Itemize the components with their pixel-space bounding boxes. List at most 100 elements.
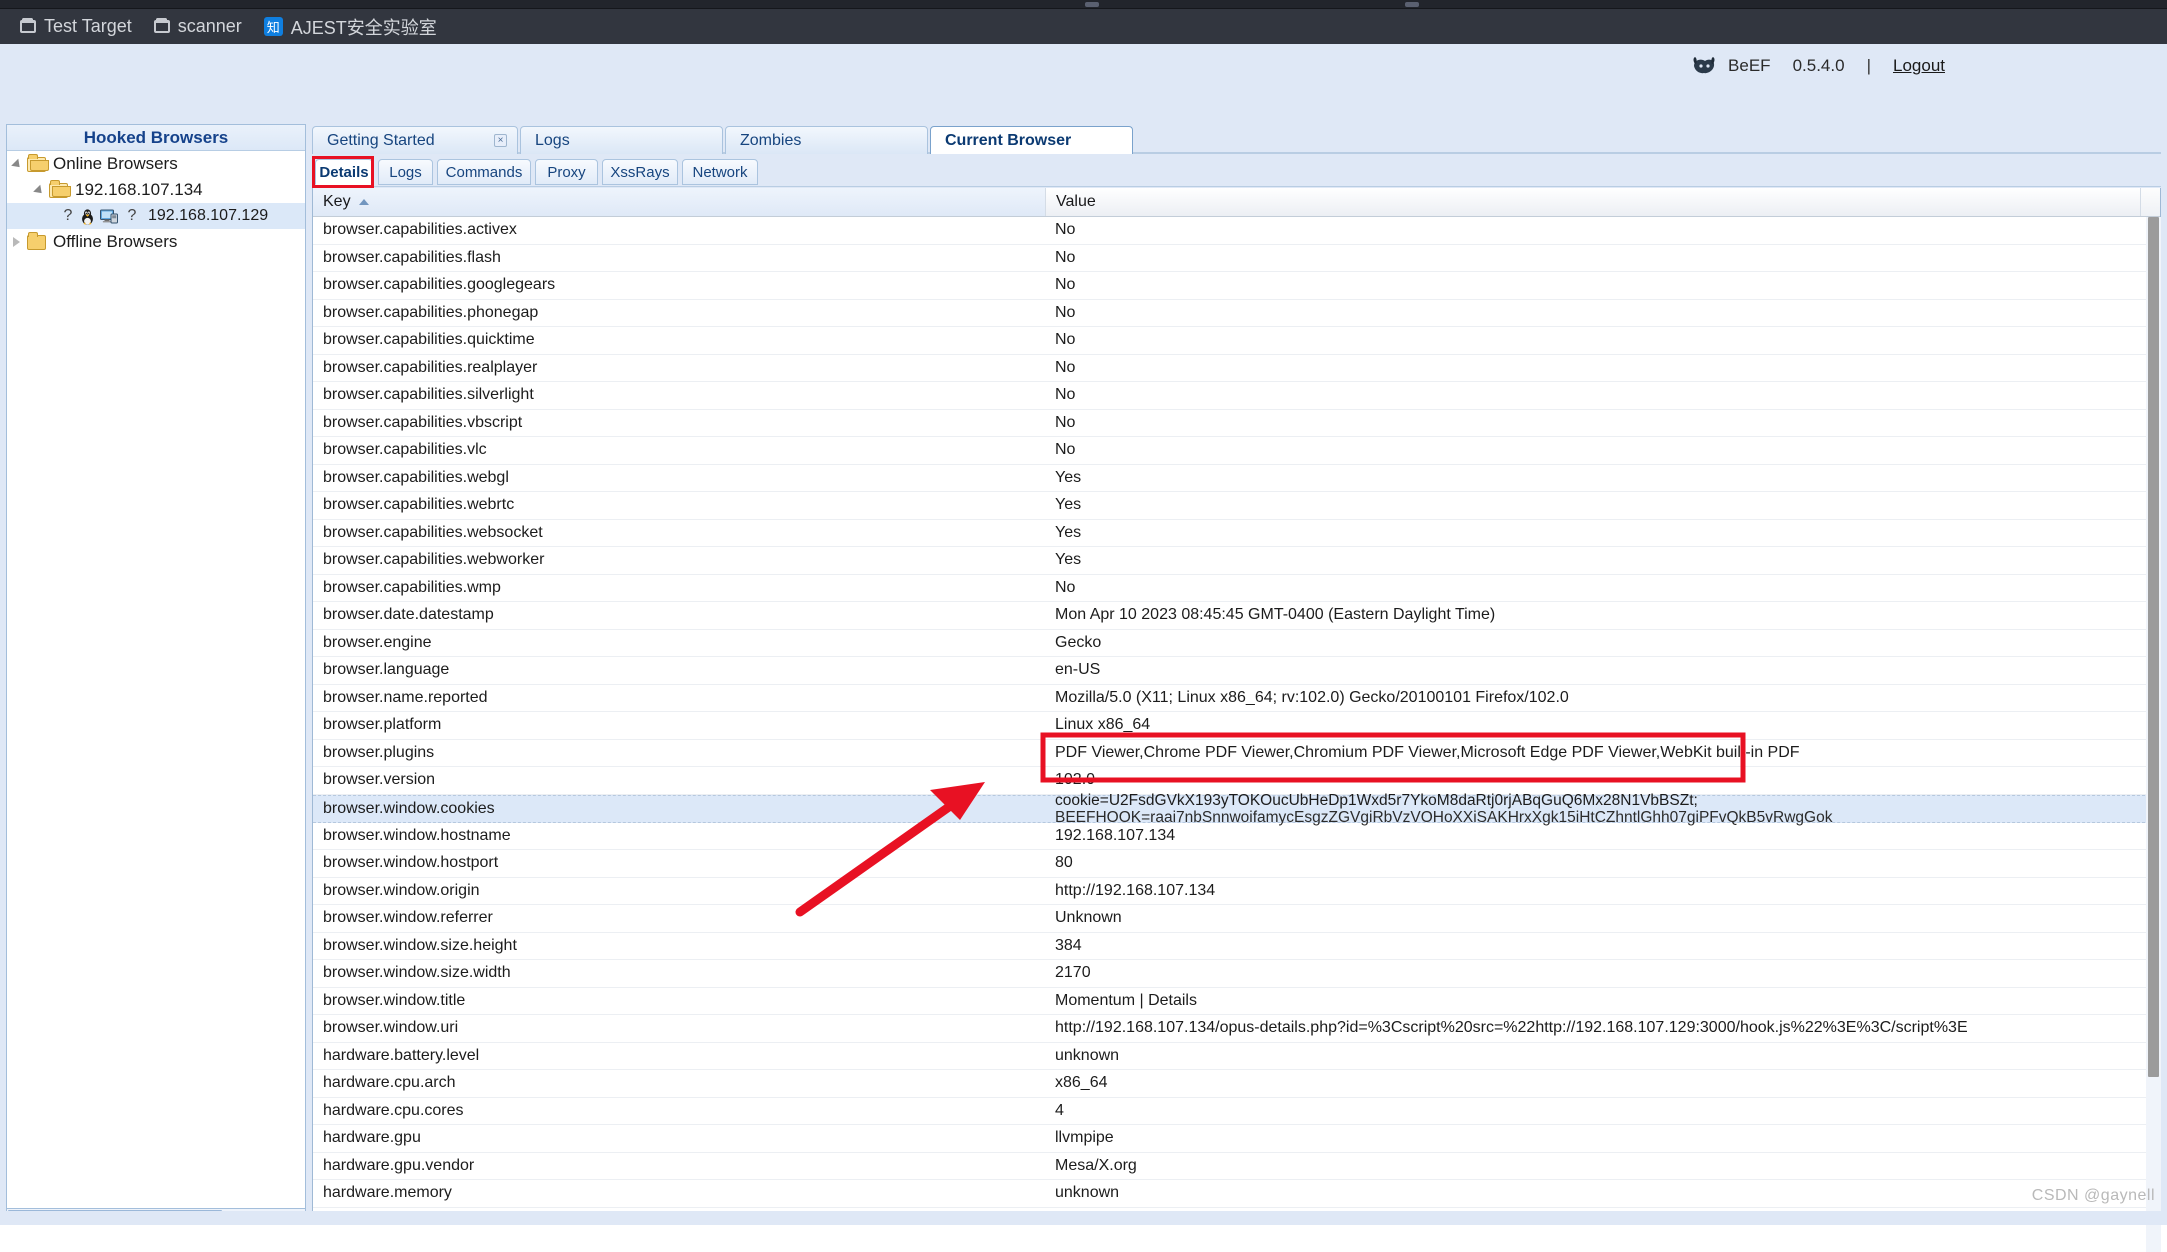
table-row[interactable]: browser.capabilities.googlegears No — [313, 272, 2160, 300]
cell-key: hardware.cpu.arch — [323, 1074, 456, 1092]
table-row[interactable]: browser.window.hostname 192.168.107.134 — [313, 822, 2160, 850]
tab-current-browser[interactable]: Current Browser — [930, 126, 1133, 154]
table-row[interactable]: browser.plugins PDF Viewer,Chrome PDF Vie… — [313, 739, 2160, 767]
table-row[interactable]: browser.capabilities.phonegap No — [313, 299, 2160, 327]
table-row[interactable]: browser.capabilities.silverlight No — [313, 382, 2160, 410]
cell-value: Linux x86_64 — [1055, 716, 1151, 734]
table-row[interactable]: browser.capabilities.quicktime No — [313, 327, 2160, 355]
tab-label: Network — [692, 164, 748, 181]
zhihu-icon: 知 — [263, 17, 283, 36]
table-row[interactable]: hardware.cpu.cores 4 — [313, 1097, 2160, 1125]
table-row[interactable]: browser.capabilities.flash No — [313, 244, 2160, 272]
table-row[interactable]: hardware.memory unknown — [313, 1180, 2160, 1208]
bookmark-test-target[interactable]: Test Target — [14, 14, 138, 39]
table-row[interactable]: hardware.gpu.vendor Mesa/X.org — [313, 1152, 2160, 1180]
cell-key: browser.window.hostport — [323, 854, 499, 872]
tree-node-192-168-107-134[interactable]: 192.168.107.134 — [7, 177, 305, 203]
table-row[interactable]: browser.engine Gecko — [313, 629, 2160, 657]
close-icon[interactable]: × — [494, 134, 507, 147]
cell-key: browser.capabilities.vbscript — [323, 413, 523, 431]
table-row[interactable]: browser.capabilities.webworker Yes — [313, 547, 2160, 575]
chevron-down-icon[interactable] — [33, 184, 46, 197]
question-mark-icon: ? — [127, 207, 137, 224]
logout-link[interactable]: Logout — [1893, 56, 1945, 76]
cell-key: browser.plugins — [323, 743, 435, 761]
tab-label: Logs — [535, 132, 570, 149]
table-row[interactable]: browser.capabilities.webrtc Yes — [313, 492, 2160, 520]
grid-vertical-scrollbar[interactable] — [2146, 217, 2161, 1252]
table-row[interactable]: browser.name.reported Mozilla/5.0 (X11; L… — [313, 684, 2160, 712]
app-version: 0.5.4.0 — [1792, 56, 1845, 75]
cell-key: browser.capabilities.vlc — [323, 441, 487, 459]
column-header-key[interactable]: Key — [313, 188, 1046, 216]
table-row[interactable]: browser.window.uri http://192.168.107.134… — [313, 1015, 2160, 1043]
table-row[interactable]: hardware.battery.level unknown — [313, 1042, 2160, 1070]
cookie-line-1: cookie=U2FsdGVkX193yTOKOucUbHeDp1Wxd5r7Y… — [1055, 791, 1698, 809]
table-row[interactable]: browser.capabilities.webgl Yes — [313, 464, 2160, 492]
table-row[interactable]: browser.capabilities.activex No — [313, 217, 2160, 245]
tab-proxy[interactable]: Proxy — [535, 159, 598, 185]
tab-network[interactable]: Network — [682, 159, 758, 185]
cell-key: browser.window.cookies — [323, 799, 495, 817]
header-separator: | — [1866, 56, 1871, 75]
table-row[interactable]: browser.capabilities.vbscript No — [313, 409, 2160, 437]
table-row[interactable]: hardware.gpu llvmpipe — [313, 1125, 2160, 1153]
table-row[interactable]: browser.window.cookies cookie=U2FsdGVkX19… — [313, 791, 2160, 826]
tab-label: Proxy — [547, 164, 586, 181]
tab-xssrays[interactable]: XssRays — [602, 159, 678, 185]
tab-label: Getting Started — [327, 132, 435, 149]
browser-details-grid: Key Value browser.capabilities.activex No… — [312, 188, 2161, 1223]
cell-key: browser.capabilities.websocket — [323, 523, 543, 541]
hooked-browsers-title: Hooked Browsers — [7, 125, 305, 151]
table-row[interactable]: browser.window.size.height 384 — [313, 932, 2160, 960]
cell-key: browser.capabilities.quicktime — [323, 331, 535, 349]
tab-details[interactable]: Details — [315, 159, 373, 185]
main-content-area: Getting Started × Logs Zombies Current B… — [312, 124, 2161, 1252]
column-header-value[interactable]: Value — [1046, 188, 2141, 216]
table-row[interactable]: browser.capabilities.websocket Yes — [313, 519, 2160, 547]
table-row[interactable]: browser.window.origin http://192.168.107.… — [313, 877, 2160, 905]
scrollbar-thumb[interactable] — [2148, 217, 2159, 1077]
cell-value: 192.168.107.134 — [1055, 826, 1176, 844]
bookmark-ajest-lab[interactable]: 知 AJEST安全实验室 — [258, 12, 443, 42]
cell-value: Mozilla/5.0 (X11; Linux x86_64; rv:102.0… — [1055, 688, 1569, 706]
table-row[interactable]: browser.version 102.0 — [313, 767, 2160, 795]
table-row[interactable]: browser.window.referrer Unknown — [313, 905, 2160, 933]
cell-value: Yes — [1055, 468, 1082, 486]
cell-value: 384 — [1055, 936, 1082, 954]
cell-key: browser.window.size.height — [323, 936, 517, 954]
tab-commands[interactable]: Commands — [437, 159, 531, 185]
tab-label: XssRays — [610, 164, 670, 181]
chevron-down-icon[interactable] — [11, 158, 24, 171]
tree-node-offline-browsers[interactable]: Offline Browsers — [7, 229, 305, 255]
table-row[interactable]: browser.window.hostport 80 — [313, 850, 2160, 878]
tab-logs[interactable]: Logs — [520, 126, 723, 154]
tab-label: Commands — [445, 164, 523, 181]
table-row[interactable]: browser.capabilities.wmp No — [313, 574, 2160, 602]
cell-value: 2170 — [1055, 964, 1091, 982]
cell-key: browser.window.hostname — [323, 826, 511, 844]
grid-header-row: Key Value — [313, 188, 2160, 217]
tab-logs-sub[interactable]: Logs — [378, 159, 433, 185]
browser-tabstrip-sliver — [0, 0, 2167, 9]
table-row[interactable]: browser.capabilities.vlc No — [313, 437, 2160, 465]
cell-value: http://192.168.107.134/opus-details.php?… — [1055, 1019, 1968, 1037]
table-row[interactable]: browser.date.datestamp Mon Apr 10 2023 08… — [313, 602, 2160, 630]
cell-value: http://192.168.107.134 — [1055, 881, 1216, 899]
chevron-right-icon[interactable] — [13, 237, 20, 247]
bookmark-scanner[interactable]: scanner — [148, 14, 248, 39]
tab-zombies[interactable]: Zombies — [725, 126, 928, 154]
cell-key: browser.window.size.width — [323, 964, 511, 982]
table-row[interactable]: browser.language en-US — [313, 657, 2160, 685]
table-row[interactable]: browser.window.size.width 2170 — [313, 960, 2160, 988]
tree-node-online-browsers[interactable]: Online Browsers — [7, 151, 305, 177]
cell-key: browser.capabilities.silverlight — [323, 386, 534, 404]
table-row[interactable]: browser.capabilities.realplayer No — [313, 354, 2160, 382]
tab-getting-started[interactable]: Getting Started × — [312, 126, 518, 154]
column-header-label: Value — [1056, 193, 1096, 210]
table-row[interactable]: hardware.cpu.arch x86_64 — [313, 1070, 2160, 1098]
table-row[interactable]: browser.platform Linux x86_64 — [313, 712, 2160, 740]
cell-value: PDF Viewer,Chrome PDF Viewer,Chromium PD… — [1055, 743, 1800, 761]
tree-node-hooked-browser-192-168-107-129[interactable]: ? ? 192.168.107.129 — [7, 203, 305, 229]
table-row[interactable]: browser.window.title Momentum | Details — [313, 987, 2160, 1015]
